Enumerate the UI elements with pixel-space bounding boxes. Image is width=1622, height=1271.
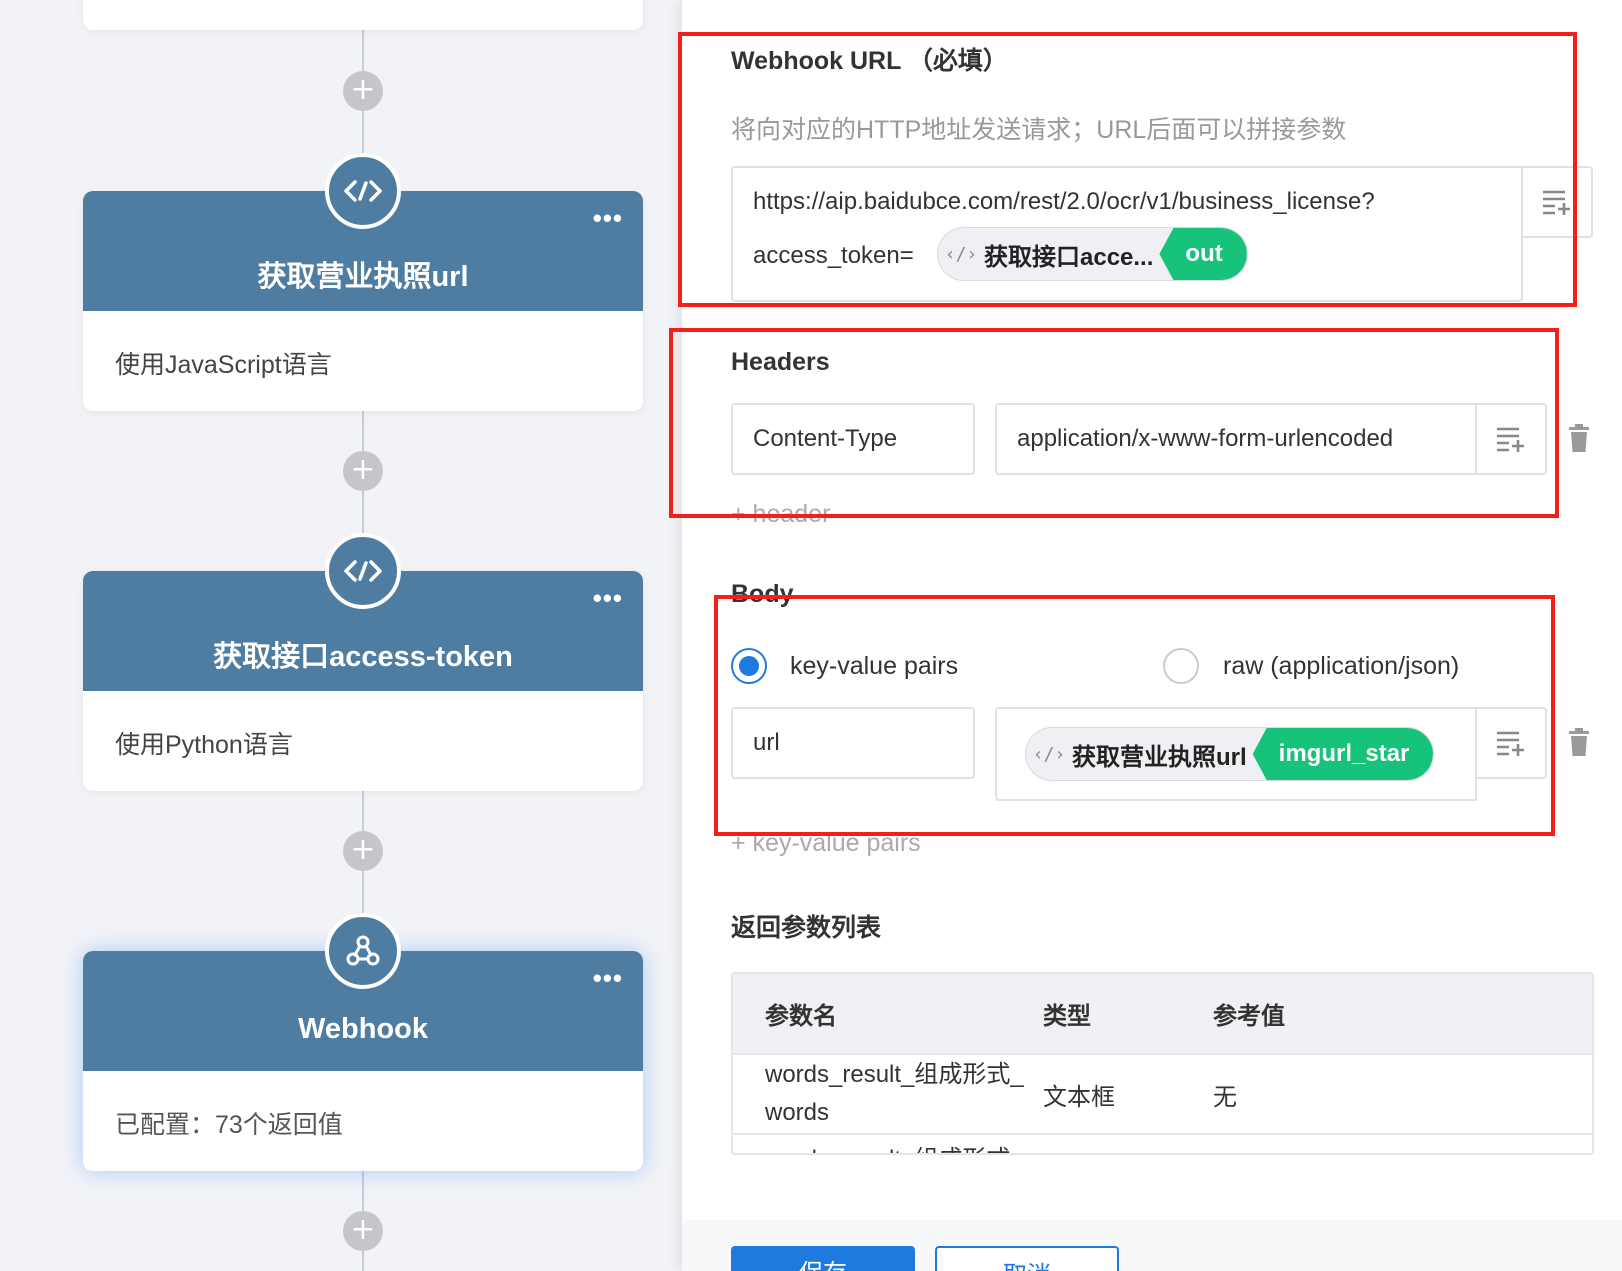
url-text-line: https://aip.baidubce.com/rest/2.0/ocr/v1… — [753, 188, 1375, 215]
param-type-cell — [1043, 1134, 1213, 1153]
code-icon: ‹/› — [1032, 743, 1066, 765]
radio-key-value-label: key-value pairs — [790, 652, 959, 680]
code-icon: ‹/› — [944, 243, 978, 265]
node-title: 获取接口access-token — [213, 641, 513, 673]
table-header-row: 参数名 类型 参考值 — [733, 974, 1592, 1054]
column-header: 参数名 — [765, 1003, 837, 1030]
flow-node-card[interactable]: ••• 获取营业执照url 使用JavaScript语言 — [83, 153, 643, 411]
body-key-value: url — [753, 729, 780, 756]
radio-raw-json[interactable] — [1163, 648, 1199, 684]
header-value-input[interactable]: application/x-www-form-urlencoded — [995, 403, 1477, 475]
variable-output-name: imgurl_star — [1252, 728, 1434, 780]
return-params-title: 返回参数列表 — [731, 914, 882, 942]
column-header: 类型 — [1043, 1003, 1091, 1030]
return-params-table: 参数名 类型 参考值 words_result_组成形式_words 文本框 无… — [731, 972, 1594, 1155]
params-table: 参数名 类型 参考值 words_result_组成形式_words 文本框 无… — [733, 974, 1592, 1153]
radio-raw-json-label: raw (application/json) — [1223, 652, 1460, 680]
delete-header-button[interactable] — [1569, 424, 1589, 457]
variable-node-name: 获取接口acce... — [984, 243, 1154, 271]
headers-section-title: Headers — [731, 348, 830, 376]
code-icon — [325, 533, 401, 609]
body-key-input[interactable]: url — [731, 707, 975, 779]
param-ref-cell: 无 — [1213, 1083, 1237, 1111]
insert-variable-icon — [1543, 190, 1570, 215]
node-header: ••• Webhook — [83, 913, 643, 1071]
insert-variable-icon — [1497, 427, 1524, 452]
variable-chip[interactable]: ‹/› 获取接口acce... out — [937, 227, 1248, 281]
param-ref-cell — [1213, 1134, 1592, 1153]
body-value-input[interactable]: ‹/› 获取营业执照url imgurl_star — [995, 707, 1477, 801]
url-section-title: Webhook URL （必填） — [731, 47, 1008, 75]
add-node-button[interactable]: + — [343, 1211, 383, 1251]
radio-key-value[interactable] — [731, 648, 767, 684]
add-key-value-link[interactable]: + key-value pairs — [731, 829, 921, 858]
header-key-value: Content-Type — [753, 425, 898, 452]
save-button[interactable]: 保存 — [731, 1246, 915, 1271]
previous-node-card[interactable] — [83, 0, 643, 30]
node-more-button[interactable]: ••• — [593, 203, 623, 234]
variable-node-name: 获取营业执照url — [1072, 743, 1247, 771]
insert-variable-button[interactable] — [1475, 707, 1547, 779]
table-row: words_result_组成形式_words 文本框 无 — [733, 1054, 1592, 1134]
trash-icon — [1569, 728, 1589, 756]
panel-footer: 保存 取消 — [682, 1220, 1622, 1271]
node-description: 使用Python语言 — [115, 731, 293, 759]
column-header: 参考值 — [1213, 1003, 1285, 1030]
code-icon — [325, 153, 401, 229]
insert-variable-icon — [1497, 731, 1524, 756]
table-row: words_result_组成形式 — [733, 1134, 1592, 1153]
add-node-button[interactable]: + — [343, 831, 383, 871]
variable-output-name: out — [1159, 228, 1247, 280]
param-name-cell: words_result_组成形式 — [733, 1134, 1043, 1153]
flow-node-card-active[interactable]: ••• Webhook 已配置：73个返回值 — [83, 913, 643, 1171]
webhook-icon — [325, 913, 401, 989]
webhook-config-panel: Webhook URL （必填） 将向对应的HTTP地址发送请求；URL后面可以… — [669, 0, 1622, 1271]
node-title: 获取营业执照url — [257, 261, 469, 293]
body-section-title: Body — [731, 580, 794, 608]
param-type-cell: 文本框 — [1043, 1083, 1115, 1111]
node-description: 使用JavaScript语言 — [115, 351, 332, 379]
trash-icon — [1569, 424, 1589, 452]
node-description: 已配置：73个返回值 — [115, 1111, 343, 1139]
add-node-button[interactable]: + — [343, 71, 383, 111]
url-param-prefix: access_token= — [753, 242, 914, 269]
flow-canvas: + ••• 获取营业执照url 使用JavaScript语言 + ••• 获取接… — [0, 0, 682, 1271]
node-title: Webhook — [298, 1013, 428, 1045]
node-header: ••• 获取营业执照url — [83, 153, 643, 311]
flow-node-card[interactable]: ••• 获取接口access-token 使用Python语言 — [83, 533, 643, 791]
insert-variable-button[interactable] — [1475, 403, 1547, 475]
node-header: ••• 获取接口access-token — [83, 533, 643, 691]
header-key-input[interactable]: Content-Type — [731, 403, 975, 475]
insert-variable-button[interactable] — [1521, 166, 1593, 238]
cancel-button[interactable]: 取消 — [935, 1246, 1119, 1271]
add-node-button[interactable]: + — [343, 451, 383, 491]
variable-chip[interactable]: ‹/› 获取营业执照url imgurl_star — [1025, 727, 1435, 781]
url-hint: 将向对应的HTTP地址发送请求；URL后面可以拼接参数 — [731, 116, 1347, 144]
node-more-button[interactable]: ••• — [593, 583, 623, 614]
header-value-text: application/x-www-form-urlencoded — [1017, 425, 1394, 452]
node-more-button[interactable]: ••• — [593, 963, 623, 994]
delete-body-param-button[interactable] — [1569, 728, 1589, 761]
param-name-cell: words_result_组成形式_words — [765, 1061, 1024, 1126]
add-header-link[interactable]: + header — [731, 500, 830, 529]
url-input[interactable]: https://aip.baidubce.com/rest/2.0/ocr/v1… — [731, 166, 1523, 302]
